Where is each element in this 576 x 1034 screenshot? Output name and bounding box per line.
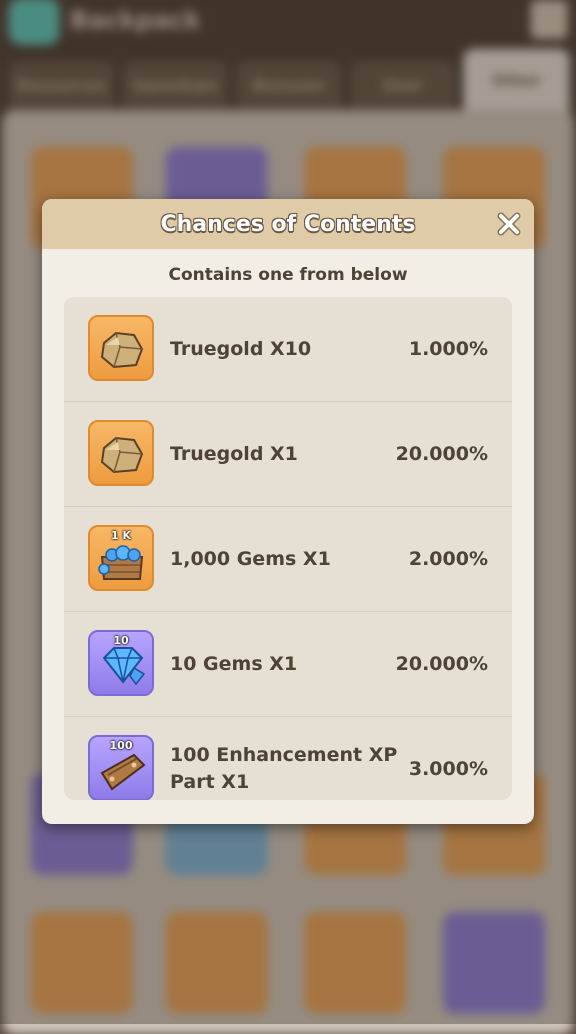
item-name: 100 Enhancement XP Part X1: [170, 744, 398, 793]
close-button[interactable]: [494, 209, 524, 239]
close-icon: [497, 212, 521, 236]
truegold-icon: [88, 420, 154, 486]
list-item: Truegold X10 1.000%: [64, 297, 512, 402]
list-item: Truegold X1 20.000%: [64, 402, 512, 507]
item-name: Truegold X1: [170, 442, 298, 465]
item-chance: 3.000%: [408, 758, 488, 780]
list-item: 100 100 Enhancement XP Part X1 3.000%: [64, 717, 512, 800]
dialog-subtitle: Contains one from below: [168, 265, 408, 285]
gem-icon: 10: [88, 630, 154, 696]
item-name: 1,000 Gems X1: [170, 547, 331, 570]
dialog-title: Chances of Contents: [160, 211, 416, 237]
xp-part-icon: 100: [88, 735, 154, 800]
list-item: 1 K 1,000 Gems X1 2.000%: [64, 507, 512, 612]
gem-chest-icon: 1 K: [88, 525, 154, 591]
dialog-header: Chances of Contents: [42, 199, 534, 249]
list-item: 10 10 Gems X1 20.000%: [64, 612, 512, 717]
item-chance: 20.000%: [395, 653, 488, 675]
chances-dialog: Chances of Contents Contains one from be…: [42, 199, 534, 824]
item-name: Truegold X10: [170, 337, 312, 360]
contents-list: Truegold X10 1.000% Truegold X1 20.000% …: [64, 297, 512, 800]
truegold-icon: [88, 315, 154, 381]
item-chance: 1.000%: [408, 338, 488, 360]
item-chance: 2.000%: [408, 548, 488, 570]
item-chance: 20.000%: [395, 443, 488, 465]
item-name: 10 Gems X1: [170, 652, 298, 675]
